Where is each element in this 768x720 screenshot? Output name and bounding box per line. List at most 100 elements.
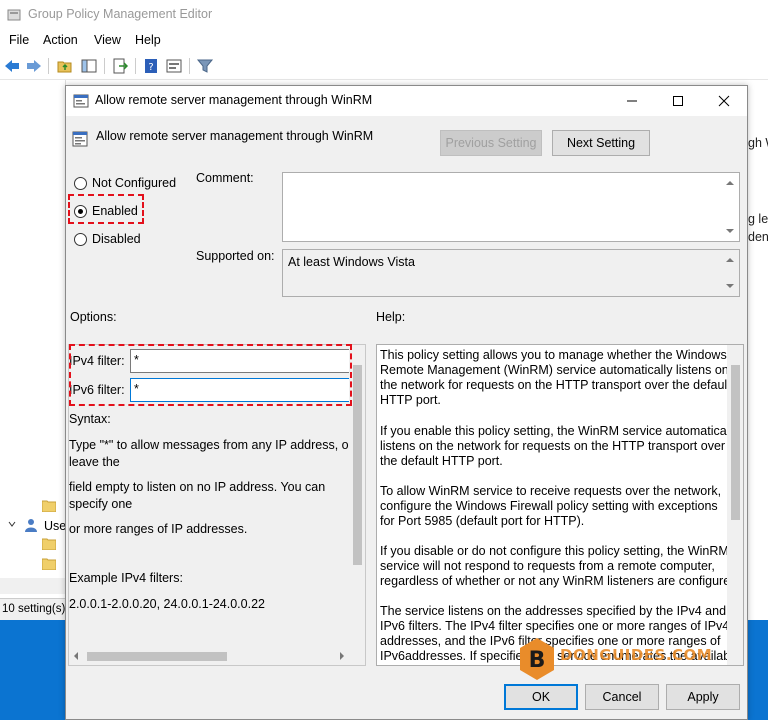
highlight-box-enabled: [68, 194, 144, 224]
help-text-line: for Port 5985 (default port for HTTP).: [380, 514, 585, 528]
supported-on-value: At least Windows Vista: [288, 255, 415, 269]
folder-icon: [42, 558, 56, 570]
supported-on-label: Supported on:: [196, 249, 275, 263]
export-list-icon[interactable]: [111, 57, 129, 75]
svg-text:B: B: [529, 648, 546, 673]
help-text-line: The service listens on the addresses spe…: [380, 604, 727, 618]
up-folder-icon[interactable]: [56, 57, 74, 75]
maximize-button[interactable]: [655, 86, 701, 116]
help-text-line: This policy setting allows you to manage…: [380, 348, 727, 362]
settings-count: 10 setting(s): [2, 603, 66, 615]
options-text-line: field empty to listen on no IP address. …: [69, 480, 326, 494]
policy-setting-icon: [72, 131, 88, 147]
help-text-line: regardless of whether or not any WinRM l…: [380, 574, 741, 588]
minimize-icon: [627, 100, 637, 102]
options-text-line: 2.0.0.1-2.0.0.20, 24.0.0.1-24.0.0.22: [69, 597, 265, 611]
menu-file[interactable]: File: [9, 33, 29, 47]
help-text-line: IPv6 filters. The IPv4 filter specifies …: [380, 619, 730, 633]
options-text-line: specify one: [69, 497, 133, 511]
scroll-left-icon[interactable]: [74, 652, 78, 660]
tree-horizontal-scrollbar[interactable]: [0, 578, 66, 594]
setting-text-fragment: den: [748, 230, 768, 244]
scroll-right-icon[interactable]: [340, 652, 344, 660]
help-vertical-scrollbar[interactable]: [727, 345, 743, 665]
parent-window-title: Group Policy Management Editor: [28, 7, 213, 21]
maximize-icon: [673, 96, 683, 106]
radio-label: Disabled: [92, 232, 141, 246]
svg-text:?: ?: [148, 62, 153, 73]
radio-circle[interactable]: [74, 233, 87, 246]
parent-toolbar: ?: [0, 52, 768, 80]
previous-setting-button[interactable]: Previous Setting: [440, 130, 542, 156]
help-text-line: If you disable or do not configure this …: [380, 544, 729, 558]
minimize-button[interactable]: [609, 86, 655, 116]
ok-button[interactable]: OK: [504, 684, 578, 710]
help-text-line: the default HTTP port.: [380, 454, 503, 468]
help-text-line: Remote Management (WinRM) service automa…: [380, 363, 729, 377]
menu-help[interactable]: Help: [135, 33, 161, 47]
dialog-title-bar: Allow remote server management through W…: [66, 86, 747, 116]
help-text-line: To allow WinRM service to receive reques…: [380, 484, 722, 498]
watermark-text: DONGUIDES.COM: [560, 646, 713, 664]
menu-action[interactable]: Action: [43, 33, 78, 47]
help-label: Help:: [376, 310, 406, 324]
site-logo: B: [520, 638, 554, 680]
policy-setting-dialog: Allow remote server management through W…: [65, 85, 748, 720]
scroll-up-icon[interactable]: [726, 258, 734, 262]
toolbar-separator: [48, 58, 49, 74]
help-text-line: If you enable this policy setting, the W…: [380, 424, 739, 438]
next-setting-button[interactable]: Next Setting: [552, 130, 650, 156]
properties-icon[interactable]: [165, 57, 183, 75]
menu-view[interactable]: View: [94, 33, 121, 47]
options-horizontal-scrollbar[interactable]: [69, 648, 349, 665]
show-hide-tree-icon[interactable]: [80, 57, 98, 75]
options-text-line: Syntax:: [69, 412, 111, 426]
chevron-down-icon[interactable]: [8, 520, 16, 528]
folder-icon: [42, 500, 56, 512]
scrollbar-thumb[interactable]: [353, 365, 362, 565]
policy-heading: Allow remote server management through W…: [96, 129, 374, 143]
parent-title-bar: Group Policy Management Editor: [0, 0, 768, 30]
radio-circle[interactable]: [74, 177, 87, 190]
scroll-down-icon[interactable]: [726, 284, 734, 288]
help-panel: This policy setting allows you to manage…: [376, 344, 744, 666]
apply-button[interactable]: Apply: [666, 684, 740, 710]
forward-arrow-icon[interactable]: [25, 57, 43, 75]
comment-label: Comment:: [196, 171, 254, 185]
filter-icon[interactable]: [196, 57, 214, 75]
close-button[interactable]: [701, 86, 747, 116]
folder-icon: [42, 538, 56, 550]
toolbar-separator: [135, 58, 136, 74]
policy-icon: [73, 94, 89, 108]
options-text-line: Example IPv4 filters:: [69, 571, 183, 585]
help-text-line: the network for requests on the HTTP tra…: [380, 378, 731, 392]
help-text-line: configure the Windows Firewall policy se…: [380, 499, 718, 513]
radio-label: Not Configured: [92, 176, 177, 190]
options-text-line: leave the: [69, 455, 120, 469]
scroll-up-icon[interactable]: [726, 181, 734, 185]
watermark: B DONGUIDES.COM: [518, 636, 718, 686]
scrollbar-thumb[interactable]: [87, 652, 227, 661]
group-policy-icon: [7, 9, 21, 21]
help-text-line: service will not respond to requests fro…: [380, 559, 715, 573]
cancel-button[interactable]: Cancel: [585, 684, 659, 710]
toolbar-separator: [104, 58, 105, 74]
scrollbar-thumb[interactable]: [731, 365, 740, 520]
comment-scrollbar[interactable]: [722, 173, 739, 241]
desktop-background: [746, 620, 768, 720]
user-icon: [25, 519, 37, 532]
help-book-icon[interactable]: ?: [142, 57, 160, 75]
supported-scrollbar[interactable]: [722, 250, 739, 296]
desktop-background: [0, 620, 66, 720]
comment-textarea[interactable]: [282, 172, 740, 242]
supported-on-field: At least Windows Vista: [282, 249, 740, 297]
help-text-line: HTTP port.: [380, 393, 441, 407]
parent-status-bar: 10 setting(s): [0, 598, 66, 620]
setting-text-fragment: g lev: [748, 212, 768, 226]
options-label: Options:: [70, 310, 117, 324]
back-arrow-icon[interactable]: [3, 57, 21, 75]
scroll-down-icon[interactable]: [726, 229, 734, 233]
close-icon: [718, 95, 730, 107]
dialog-title: Allow remote server management through W…: [95, 93, 373, 107]
tree-item-user-configuration[interactable]: Use: [44, 519, 66, 533]
